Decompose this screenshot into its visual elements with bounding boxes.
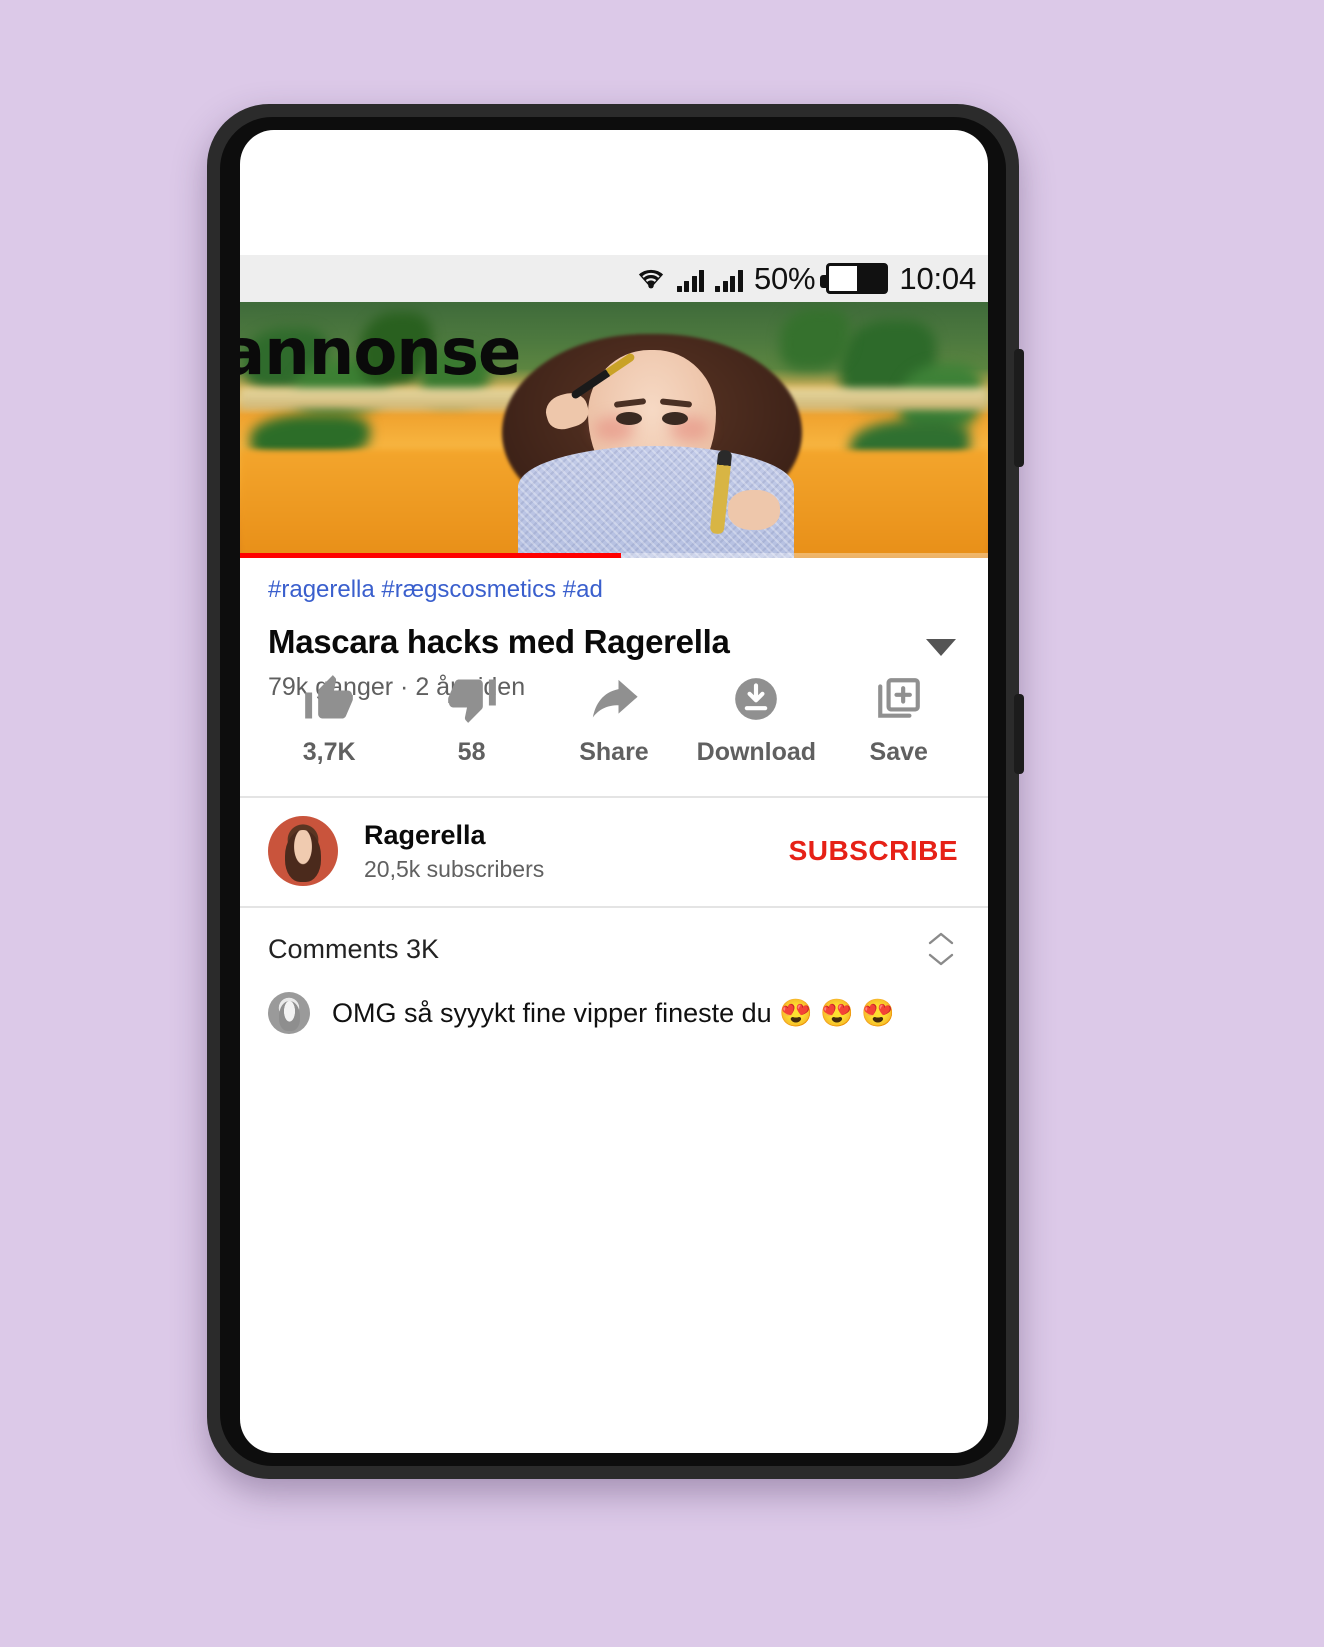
video-player[interactable]: annonse — [240, 302, 988, 558]
share-button[interactable]: Share — [550, 672, 678, 767]
video-subject — [492, 328, 822, 558]
download-label: Download — [696, 738, 817, 766]
dislike-count: 58 — [457, 738, 486, 766]
download-button[interactable]: Download — [692, 672, 820, 767]
phone-frame: 50% 10:04 annonse #ragerella #rægscosmet… — [207, 104, 1024, 1479]
phone-screen: 50% 10:04 annonse #ragerella #rægscosmet… — [240, 130, 988, 1453]
dislike-button[interactable]: 58 — [408, 672, 536, 767]
thumbs-up-icon — [303, 672, 355, 726]
channel-info: Ragerella 20,5k subscribers — [364, 820, 789, 883]
comments-count-label: Comments 3K — [268, 933, 440, 964]
channel-row[interactable]: Ragerella 20,5k subscribers SUBSCRIBE — [240, 796, 988, 906]
action-bar: 3,7K 58 Share Download Save — [240, 672, 988, 767]
save-button[interactable]: Save — [835, 672, 963, 767]
download-icon — [731, 672, 781, 726]
commenter-avatar[interactable] — [268, 992, 310, 1034]
cellular-signal-icon-1 — [676, 266, 705, 292]
page-title: Mascara hacks med Ragerella — [268, 622, 730, 660]
comments-header[interactable]: Comments 3K — [240, 906, 988, 992]
volume-button[interactable] — [1014, 349, 1024, 467]
subscriber-count: 20,5k subscribers — [364, 855, 545, 882]
save-icon — [874, 672, 924, 726]
status-bar-clock: 10:04 — [899, 261, 976, 296]
share-icon — [587, 672, 641, 726]
save-label: Save — [869, 738, 928, 766]
video-thumbnail: annonse — [240, 302, 988, 558]
power-button[interactable] — [1014, 694, 1024, 774]
annonse-overlay-text: annonse — [240, 316, 521, 390]
like-count: 3,7K — [302, 738, 356, 766]
screenshot-stage: 50% 10:04 annonse #ragerella #rægscosmet… — [0, 0, 1324, 1647]
comment-text: OMG så syyykt fine vipper fineste du 😍 😍… — [332, 998, 896, 1028]
chevron-down-icon[interactable] — [926, 638, 956, 656]
wifi-icon — [636, 266, 666, 292]
channel-avatar[interactable] — [268, 816, 338, 886]
title-row[interactable]: Mascara hacks med Ragerella — [268, 623, 960, 661]
hashtags-link[interactable]: #ragerella #rægscosmetics #ad — [268, 576, 960, 605]
share-label: Share — [579, 738, 649, 766]
sort-chevrons-icon[interactable] — [928, 932, 960, 966]
subscribe-button[interactable]: SUBSCRIBE — [789, 835, 960, 867]
thumbs-down-icon — [446, 672, 498, 726]
channel-name: Ragerella — [364, 819, 486, 850]
cellular-signal-icon-2 — [715, 266, 743, 292]
battery-percent-label: 50% — [753, 261, 816, 296]
list-item[interactable]: OMG så syyykt fine vipper fineste du 😍 😍… — [240, 992, 988, 1034]
status-bar: 50% 10:04 — [240, 255, 988, 302]
like-button[interactable]: 3,7K — [265, 672, 393, 767]
battery-icon — [820, 263, 889, 294]
